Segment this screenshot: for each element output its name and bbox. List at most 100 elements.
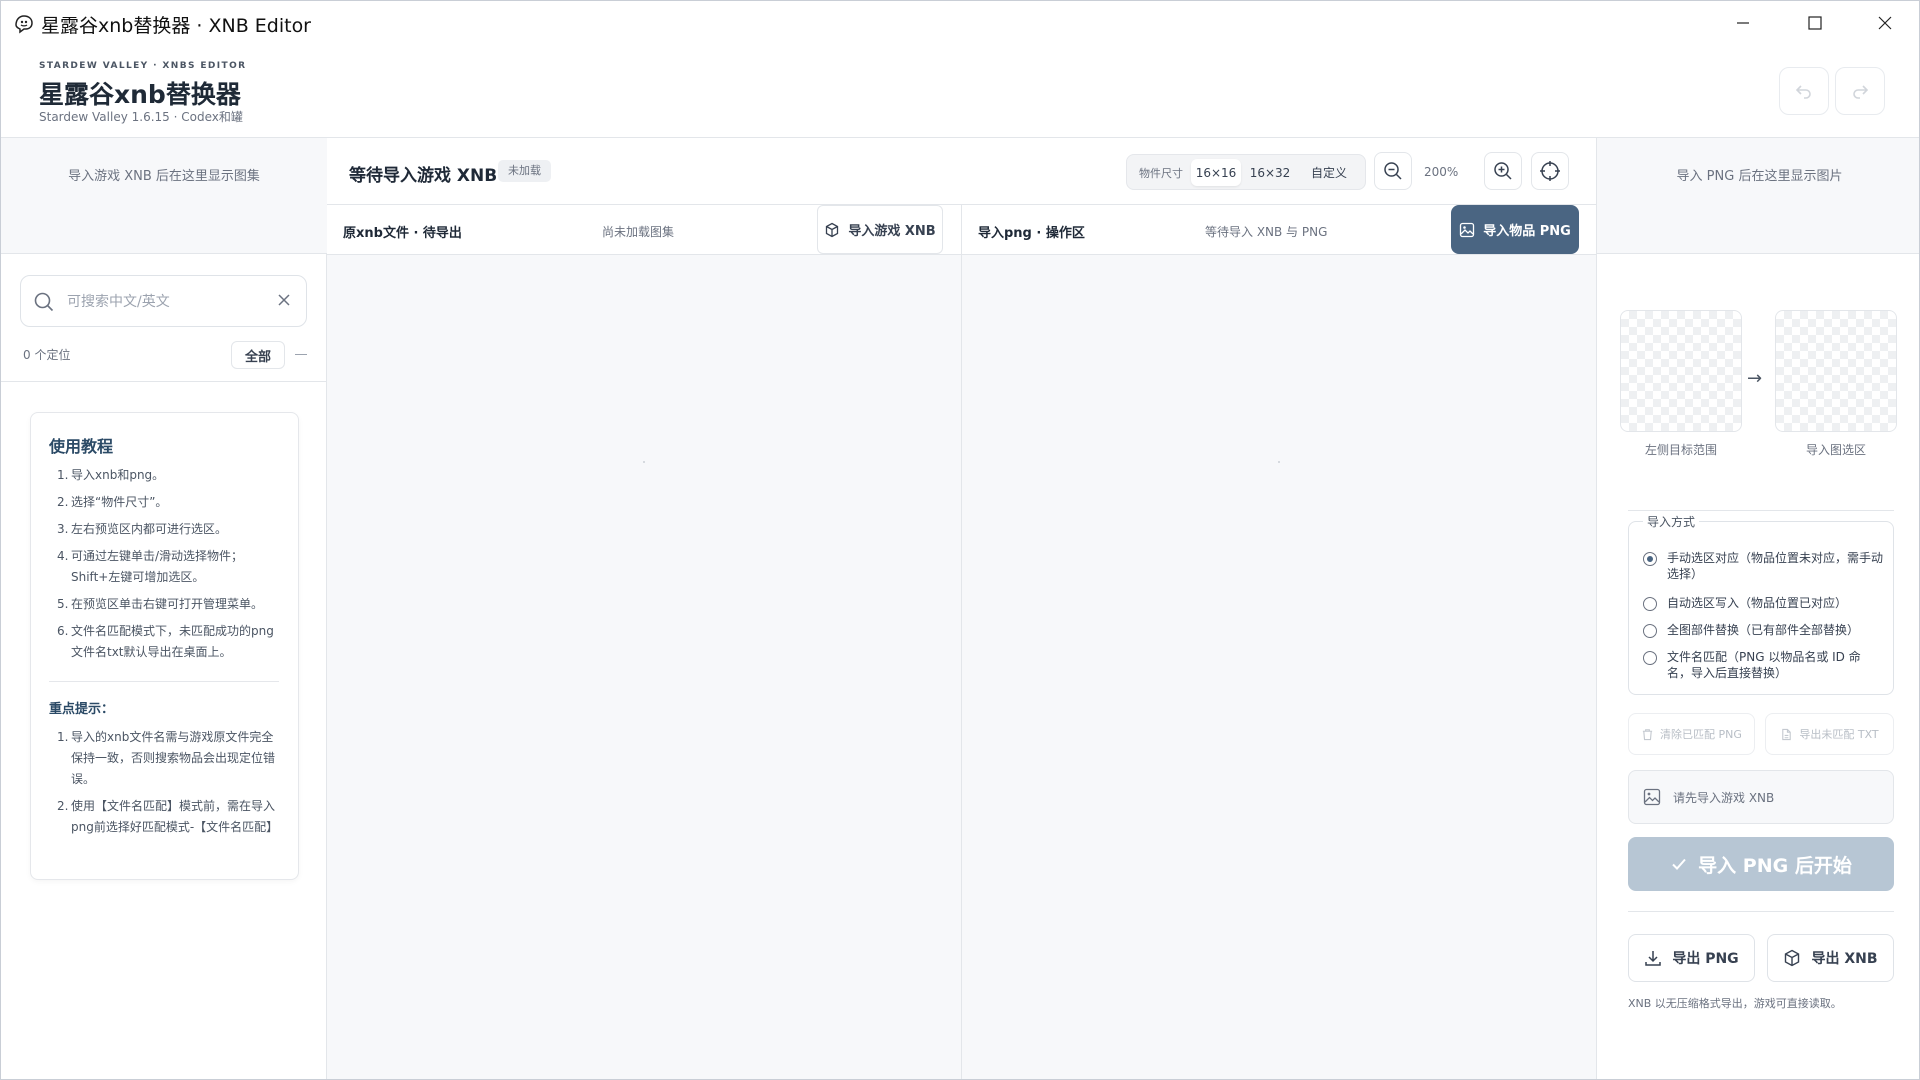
tutorial-divider [49,681,279,682]
import-xnb-prompt-text: 请先导入游戏 XNB [1673,791,1775,805]
import-mode-legend: 导入方式 [1643,513,1700,530]
export-xnb-button[interactable]: 导出 XNB [1767,934,1894,982]
export-xnb-label: 导出 XNB [1811,951,1878,967]
clear-matched-png-button[interactable]: 清除已匹配 PNG [1628,713,1755,755]
zoom-level: 200% [1424,165,1459,179]
maximize-icon [1808,16,1822,30]
undo-button[interactable] [1779,67,1829,115]
check-icon [1672,858,1686,870]
brand-tag: STARDEW VALLEY · XNBS EDITOR [39,61,247,71]
tutorial-step: 1. 导入xnb和png。 [57,468,165,482]
zoom-out-icon [1384,162,1402,180]
atlas-hint: 导入游戏 XNB 后在这里显示图集 [68,169,260,184]
mode-option-manual[interactable]: 手动选区对应（物品位置未对应，需手动选择） [1643,550,1883,584]
editor-toolbar: 等待导入游戏 XNB 未加载 物件尺寸 16×16 16×32 自定义 200% [327,138,1596,205]
undo-icon [1795,85,1811,99]
zoom-in-button[interactable] [1484,152,1522,190]
original-xnb-canvas[interactable] [327,255,961,1079]
title-bar: 星露谷xnb替换器 · XNB Editor [1,1,1919,45]
editor-workspace: 等待导入游戏 XNB 未加载 物件尺寸 16×16 16×32 自定义 200%… [327,138,1596,1079]
maximize-button[interactable] [1793,7,1837,39]
left-sidebar: 导入游戏 XNB 后在这里显示图集 0 个定位 全部 使用教程 1.导入xnb和… [1,138,327,1079]
export-unmatched-txt-button[interactable]: 导出未匹配 TXT [1765,713,1894,755]
mode-option-filename-match[interactable]: 文件名匹配（PNG 以物品名或 ID 命名，导入后直接替换） [1643,649,1883,683]
key-tip: 2. 使用【文件名匹配】模式前，需在导入png前选择好匹配模式-【文件名匹配】 [57,799,279,834]
start-button-label: 导入 PNG 后开始 [1698,854,1852,877]
search-icon [34,292,54,312]
size-option-16x32[interactable]: 16×32 [1245,159,1295,186]
divider [1,381,327,382]
mode-option-label: 全图部件替换（已有部件全部替换） [1667,623,1860,637]
divider [1628,911,1894,912]
close-window-button[interactable] [1863,7,1907,39]
export-png-button[interactable]: 导出 PNG [1628,934,1755,982]
export-note: XNB 以无压缩格式导出，游戏可直接读取。 [1628,997,1842,1010]
zoom-in-icon [1494,162,1512,180]
key-tip: 1. 导入的xnb文件名需与游戏原文件完全保持一致，否则搜索物品会出现定位错误。 [57,730,276,786]
search-box [20,275,307,327]
app-header: STARDEW VALLEY · XNBS EDITOR 星露谷xnb替换器 S… [1,45,1919,138]
png-preview-area: 导入 PNG 后在这里显示图片 [1597,138,1919,254]
zoom-out-button[interactable] [1374,152,1412,190]
item-size-selector: 物件尺寸 16×16 16×32 自定义 [1126,154,1366,190]
show-all-button[interactable]: 全部 [231,341,285,369]
target-range-label: 左侧目标范围 [1644,443,1717,457]
tutorial-step: 2. 选择“物件尺寸”。 [57,495,168,509]
item-size-label: 物件尺寸 [1139,167,1183,180]
mode-option-label: 自动选区写入（物品位置已对应） [1667,596,1848,610]
export-png-label: 导出 PNG [1672,951,1739,967]
size-option-16x16[interactable]: 16×16 [1191,159,1241,186]
radio[interactable] [1643,597,1657,611]
mode-option-label: 文件名匹配（PNG 以物品名或 ID 命名，导入后直接替换） [1667,650,1861,680]
mode-option-label: 手动选区对应（物品位置未对应，需手动选择） [1667,551,1884,581]
export-unmatched-label: 导出未匹配 TXT [1799,728,1879,741]
key-tips-title: 重点提示： [49,702,115,717]
tutorial-step: 3. 左右预览区内都可进行选区。 [57,522,228,536]
import-png-button[interactable]: 导入物品 PNG [1451,205,1579,254]
document-icon [1782,728,1792,740]
key-tips-list: 1. 导入的xnb文件名需与游戏原文件完全保持一致，否则搜索物品会出现定位错误。 … [49,727,279,844]
trash-icon [1642,728,1653,740]
original-xnb-pane-header: 原xnb文件 · 待导出 尚未加载图集 导入游戏 XNB [327,205,961,255]
crosshair-icon [1540,161,1560,181]
import-xnb-prompt: 请先导入游戏 XNB [1628,770,1894,824]
redo-button[interactable] [1835,67,1885,115]
divider [1628,510,1894,511]
import-xnb-button[interactable]: 导入游戏 XNB [817,205,943,254]
canvas-center-dot [1278,461,1280,463]
import-selection-thumbnail [1775,310,1897,432]
minimize-icon [1737,22,1749,24]
original-xnb-pane-title: 原xnb文件 · 待导出 [343,226,462,241]
tutorial-title: 使用教程 [49,437,114,456]
tutorial-step: 6. 文件名匹配模式下，未匹配成功的png文件名txt默认导出在桌面上。 [57,624,274,659]
collapse-dash[interactable] [295,354,307,355]
recenter-button[interactable] [1531,152,1569,190]
import-png-label: 导入物品 PNG [1483,224,1571,239]
tutorial-card: 使用教程 1. 导入xnb和png。 2. 选择“物件尺寸”。 3. 左右预览区内都可… [30,412,299,880]
search-input[interactable] [67,290,267,314]
radio-selected[interactable] [1643,552,1657,566]
mode-option-full-replace[interactable]: 全图部件替换（已有部件全部替换） [1643,622,1883,640]
redo-icon [1853,85,1869,99]
png-pane-header: 导入png · 操作区 等待导入 XNB 与 PNG 导入物品 PNG [962,205,1596,255]
png-pane-status: 等待导入 XNB 与 PNG [1205,225,1328,239]
mode-option-auto[interactable]: 自动选区写入（物品位置已对应） [1643,595,1883,613]
workspace-title: 等待导入游戏 XNB [349,166,498,186]
canvas-center-dot [643,461,645,463]
cube-icon [826,222,839,237]
image-icon [1643,788,1661,806]
radio[interactable] [1643,651,1657,665]
window-title: 星露谷xnb替换器 · XNB Editor [41,15,311,37]
png-canvas[interactable] [962,255,1596,1079]
start-button[interactable]: 导入 PNG 后开始 [1628,837,1894,891]
status-badge: 未加载 [498,160,551,182]
import-xnb-label: 导入游戏 XNB [848,224,936,239]
size-option-custom[interactable]: 自定义 [1299,159,1359,186]
minimize-button[interactable] [1721,7,1765,39]
arrow-right-icon: → [1747,368,1763,389]
app-name: 星露谷xnb替换器 [39,80,241,109]
radio[interactable] [1643,624,1657,638]
clear-search-icon[interactable] [276,292,292,308]
original-xnb-status: 尚未加载图集 [602,225,675,239]
image-icon [1460,222,1475,237]
